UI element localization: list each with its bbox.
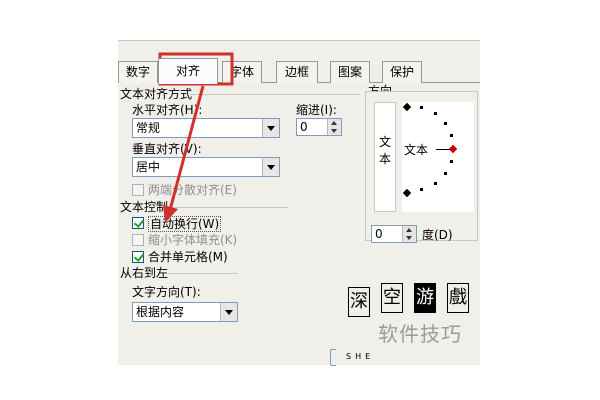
orientation-dial[interactable]: 文本 <box>402 102 474 212</box>
merge-cells-checkbox[interactable] <box>132 251 144 263</box>
indent-value: 0 <box>300 120 308 134</box>
tab-font[interactable]: 字体 <box>222 61 262 83</box>
dial-dot-icon <box>444 172 447 175</box>
rtl-section-title: 从右到左 <box>120 266 169 280</box>
justify-distributed-checkbox[interactable] <box>132 184 144 196</box>
dial-marker-icon <box>402 102 412 112</box>
tab-border[interactable]: 边框 <box>276 61 318 83</box>
degree-value: 0 <box>375 227 383 241</box>
text-direction-label: 文字方向(T): <box>132 285 201 299</box>
watermark-logo-char: 空 <box>381 283 403 313</box>
text-control-section-title: 文本控制 <box>120 200 169 214</box>
dial-dot-icon <box>444 122 447 125</box>
vertical-text-box[interactable]: 文本 <box>374 102 396 212</box>
merge-cells-label: 合并单元格(M) <box>148 250 228 264</box>
text-direction-value: 根据内容 <box>136 305 185 319</box>
dial-marker-icon <box>402 188 412 198</box>
vertical-align-value: 居中 <box>136 160 161 174</box>
dial-needle <box>436 149 450 150</box>
degree-label: 度(D) <box>422 228 453 242</box>
spin-arrows-icon[interactable] <box>327 119 341 135</box>
degree-stepper[interactable]: 0 <box>371 225 417 243</box>
chevron-down-icon[interactable] <box>262 119 279 137</box>
dial-current-marker-icon <box>448 144 458 154</box>
vertical-text-label: 文本 <box>379 135 392 166</box>
indent-label: 缩进(I): <box>296 103 337 117</box>
spin-arrows-icon[interactable] <box>402 226 416 242</box>
divider <box>168 207 288 208</box>
tab-pattern[interactable]: 图案 <box>330 61 370 83</box>
divider <box>168 273 238 274</box>
dial-text: 文本 <box>404 143 429 157</box>
divider <box>190 94 360 95</box>
orientation-panel: 文本 文本 <box>365 91 478 241</box>
vertical-align-select[interactable]: 居中 <box>132 157 280 177</box>
alignment-section-title: 文本对齐方式 <box>120 87 193 101</box>
justify-distributed-label: 两端分散对齐(E) <box>148 183 237 197</box>
dial-dot-icon <box>450 160 453 163</box>
shrink-to-fit-label: 缩小字体填充(K) <box>148 233 238 247</box>
watermark-logo-char: 深 <box>348 287 370 317</box>
tab-number[interactable]: 数字 <box>118 61 158 83</box>
tab-alignment[interactable]: 对齐 <box>158 58 218 84</box>
text-direction-select[interactable]: 根据内容 <box>132 302 238 322</box>
chevron-down-icon[interactable] <box>262 158 279 176</box>
dial-dot-icon <box>420 188 423 191</box>
dial-dot-icon <box>434 112 437 115</box>
horizontal-align-label: 水平对齐(H): <box>132 103 203 117</box>
dial-dot-icon <box>434 182 437 185</box>
horizontal-align-select[interactable]: 常规 <box>132 118 280 138</box>
watermark-logo-char: 戲 <box>447 283 469 313</box>
horizontal-align-value: 常规 <box>136 121 161 135</box>
wrap-text-label: 自动换行(W) <box>148 216 222 232</box>
tab-bar: 数字 对齐 字体 边框 图案 保护 <box>118 58 480 84</box>
shrink-to-fit-checkbox[interactable] <box>132 234 144 246</box>
watermark-caption: 软件技巧 <box>378 322 462 346</box>
partial-button-edge <box>330 349 336 366</box>
indent-stepper[interactable]: 0 <box>296 118 342 136</box>
chevron-down-icon[interactable] <box>220 303 237 321</box>
watermark-sub: SHE <box>346 352 375 361</box>
vertical-align-label: 垂直对齐(V): <box>132 142 202 156</box>
tab-protection[interactable]: 保护 <box>382 61 422 83</box>
dial-dot-icon <box>450 134 453 137</box>
watermark-logo-char: 游 <box>414 283 436 313</box>
dial-dot-icon <box>420 106 423 109</box>
wrap-text-checkbox[interactable] <box>132 217 144 229</box>
format-cells-dialog: 数字 对齐 字体 边框 图案 保护 文本对齐方式 水平对齐(H): 常规 缩进(… <box>118 40 480 366</box>
